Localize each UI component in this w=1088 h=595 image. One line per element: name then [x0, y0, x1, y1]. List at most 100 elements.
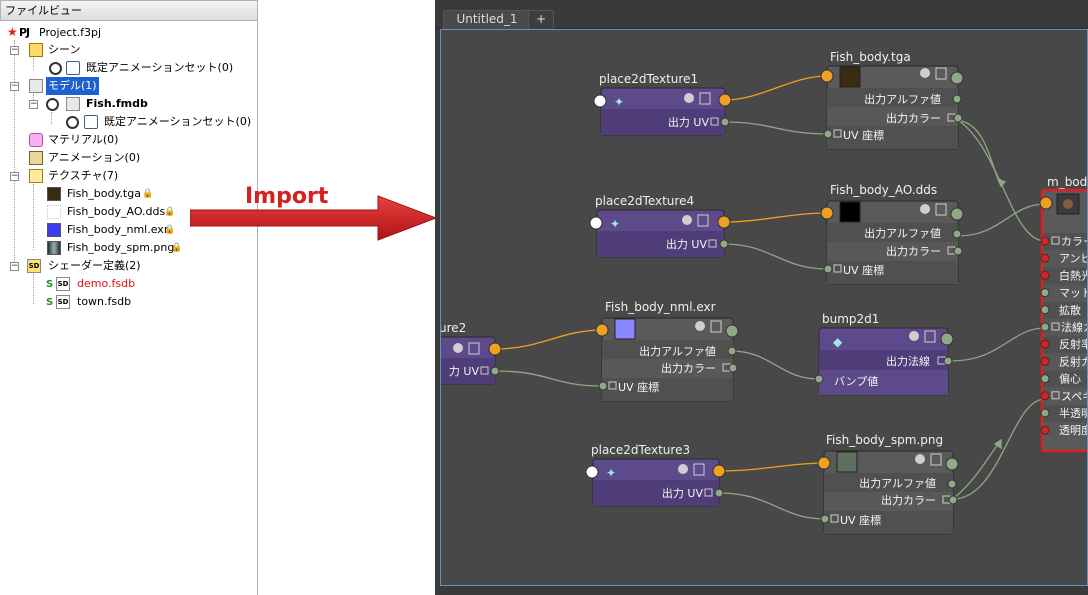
output-port[interactable] [948, 495, 958, 505]
shader-file-icon: SD [56, 295, 70, 309]
connection-wire [723, 212, 828, 223]
input-port[interactable] [1040, 374, 1050, 384]
output-port[interactable] [952, 94, 962, 104]
input-port[interactable] [589, 216, 603, 230]
output-port[interactable] [952, 229, 962, 239]
tree-item-shader-file[interactable]: S SD demo.fsdb [0, 275, 250, 293]
node-place2dtexture1[interactable]: place2dTexture1 ✦ 出力 UV [593, 72, 732, 136]
tree-item-label: モデル(1) [46, 77, 99, 95]
port-label: 出力カラー [886, 244, 941, 258]
input-port[interactable] [1040, 339, 1050, 349]
output-port[interactable] [950, 207, 964, 221]
connection-wire [957, 119, 1002, 187]
collapse-icon[interactable]: − [10, 262, 19, 271]
output-port[interactable] [947, 479, 957, 489]
port-label: UV 座標 [840, 513, 881, 527]
tree-item-shader-definitions[interactable]: − SD シェーダー定義(2) [0, 257, 250, 275]
visibility-eye-icon[interactable] [66, 116, 79, 129]
port-label: カラー [1061, 235, 1088, 248]
swatch-icon[interactable] [678, 464, 688, 474]
input-port[interactable] [1040, 356, 1050, 366]
input-port[interactable] [820, 514, 830, 524]
node-place2dtexture4[interactable]: place2dTexture4 ✦ 出力 UV [589, 194, 731, 258]
node-fish-body-spm-png[interactable]: Fish_body_spm.png 出力アルファ値 出力カラー UV 座標 [817, 433, 959, 535]
collapse-icon[interactable]: − [29, 100, 38, 109]
input-port[interactable] [1040, 236, 1050, 246]
input-port[interactable] [1040, 322, 1050, 332]
output-port[interactable] [720, 117, 730, 127]
output-port[interactable] [945, 457, 959, 471]
output-port[interactable] [488, 342, 502, 356]
tree-item-animation[interactable]: アニメーション(0) [0, 149, 250, 167]
node-place2dtexture3[interactable]: place2dTexture3 ✦ 出力 UV [585, 443, 726, 507]
tree-item-fish-animset[interactable]: 既定アニメーションセット(0) [0, 113, 251, 131]
output-port[interactable] [940, 332, 954, 346]
swatch-icon[interactable] [909, 331, 919, 341]
node-place2dtexture2[interactable]: ure2 力 UV [441, 321, 502, 385]
input-port[interactable] [1040, 288, 1050, 298]
visibility-eye-icon[interactable] [46, 98, 59, 111]
input-port[interactable] [1040, 408, 1050, 418]
swatch-icon[interactable] [695, 321, 705, 331]
tree-item-fish-model[interactable]: − Fish.fmdb [0, 95, 250, 113]
output-port[interactable] [490, 366, 500, 376]
output-port[interactable] [725, 324, 739, 338]
texture-thumbnail [836, 451, 858, 473]
port-label: 偏心 [1059, 372, 1081, 386]
output-port[interactable] [718, 93, 732, 107]
output-port[interactable] [714, 488, 724, 498]
input-port[interactable] [1040, 253, 1050, 263]
output-port[interactable] [712, 464, 726, 478]
input-port[interactable] [595, 323, 609, 337]
node-graph-canvas[interactable]: place2dTexture1 ✦ 出力 UV place2dTexture4 … [440, 29, 1088, 586]
swatch-icon[interactable] [684, 93, 694, 103]
swatch-icon[interactable] [453, 343, 463, 353]
swatch-icon[interactable] [920, 204, 930, 214]
node-fish-body-nml-exr[interactable]: Fish_body_nml.exr 出力アルファ値 出力カラー UV 座標 [595, 300, 739, 402]
output-port[interactable] [717, 215, 731, 229]
output-port[interactable] [727, 346, 737, 356]
input-port[interactable] [820, 206, 834, 220]
output-port[interactable] [953, 246, 963, 256]
output-port[interactable] [943, 356, 953, 366]
scene-icon [29, 43, 43, 57]
swatch-icon[interactable] [682, 215, 692, 225]
output-port[interactable] [953, 113, 963, 123]
add-tab-button[interactable]: + [528, 10, 554, 29]
tree-item-model[interactable]: − モデル(1) [0, 77, 250, 95]
collapse-icon[interactable]: − [10, 46, 19, 55]
input-port[interactable] [593, 94, 607, 108]
input-port[interactable] [823, 264, 833, 274]
input-port[interactable] [814, 374, 824, 384]
input-port[interactable] [1040, 425, 1050, 435]
output-port[interactable] [950, 71, 964, 85]
tree-item-project[interactable]: ★ PJ Project.f3pj [0, 24, 250, 42]
node-material-m-body[interactable]: m_bod カラーアンビエ白熱光マットの拡散法線カ反射率反射カ偏心スペキ半透明透… [1039, 175, 1088, 453]
visibility-eye-icon[interactable] [49, 62, 62, 75]
tree-item-material[interactable]: マテリアル(0) [0, 131, 250, 149]
input-port[interactable] [817, 456, 831, 470]
tree-item-shader-file[interactable]: S SD town.fsdb [0, 293, 250, 311]
tree-item-label: Fish_body_AO.dds [67, 205, 166, 218]
input-port[interactable] [1040, 270, 1050, 280]
tab-untitled[interactable]: Untitled_1 [443, 10, 531, 29]
node-fish-body-tga[interactable]: Fish_body.tga 出力アルファ値 出力カラー UV 座標 [820, 50, 964, 150]
tree-item-scene[interactable]: − シーン [0, 41, 250, 59]
input-port[interactable] [585, 465, 599, 479]
input-port[interactable] [1039, 196, 1053, 210]
input-port[interactable] [823, 129, 833, 139]
swatch-icon[interactable] [920, 68, 930, 78]
output-port[interactable] [728, 363, 738, 373]
input-port[interactable] [820, 69, 834, 83]
node-bump2d1[interactable]: bump2d1 ◆ 出力法線 バンプ値 [814, 312, 954, 396]
node-fish-body-ao-dds[interactable]: Fish_body_AO.dds 出力アルファ値 出力カラー UV 座標 [820, 183, 964, 285]
input-port[interactable] [1040, 305, 1050, 315]
collapse-icon[interactable]: − [10, 82, 19, 91]
swatch-icon[interactable] [915, 454, 925, 464]
port-label: 半透明 [1059, 406, 1088, 420]
input-port[interactable] [1040, 391, 1050, 401]
input-port[interactable] [598, 381, 608, 391]
collapse-icon[interactable]: − [10, 172, 19, 181]
output-port[interactable] [719, 239, 729, 249]
tree-item-scene-animset[interactable]: 既定アニメーションセット(0) [0, 59, 250, 77]
